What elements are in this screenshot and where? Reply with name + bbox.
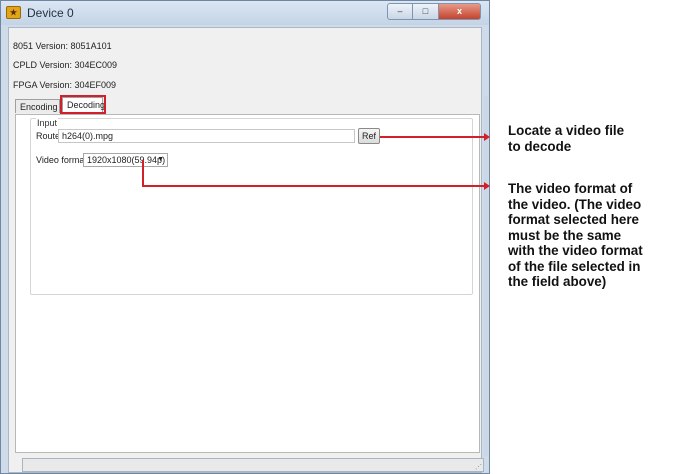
annotation-format: The video format of the video. (The vide… <box>508 181 643 290</box>
arrow-head-ref <box>484 133 490 141</box>
annotation-format-line: the video. (The video <box>508 196 642 212</box>
annotation-format-line: with the video format <box>508 243 643 258</box>
annotation-locate: Locate a video file to decode <box>508 123 624 154</box>
annotation-locate-line: Locate a video file <box>508 123 625 138</box>
annotation-format-line: of the file selected in <box>508 258 641 274</box>
arrow-head-format <box>484 182 490 190</box>
annotation-format-line: must be the same <box>508 227 622 243</box>
annotation-format-line: the field above) <box>508 274 607 289</box>
annotation-format-line: format selected here <box>508 212 639 227</box>
annotation-locate-line: to decode <box>508 138 572 154</box>
annotation-format-line: The video format of <box>508 181 633 196</box>
